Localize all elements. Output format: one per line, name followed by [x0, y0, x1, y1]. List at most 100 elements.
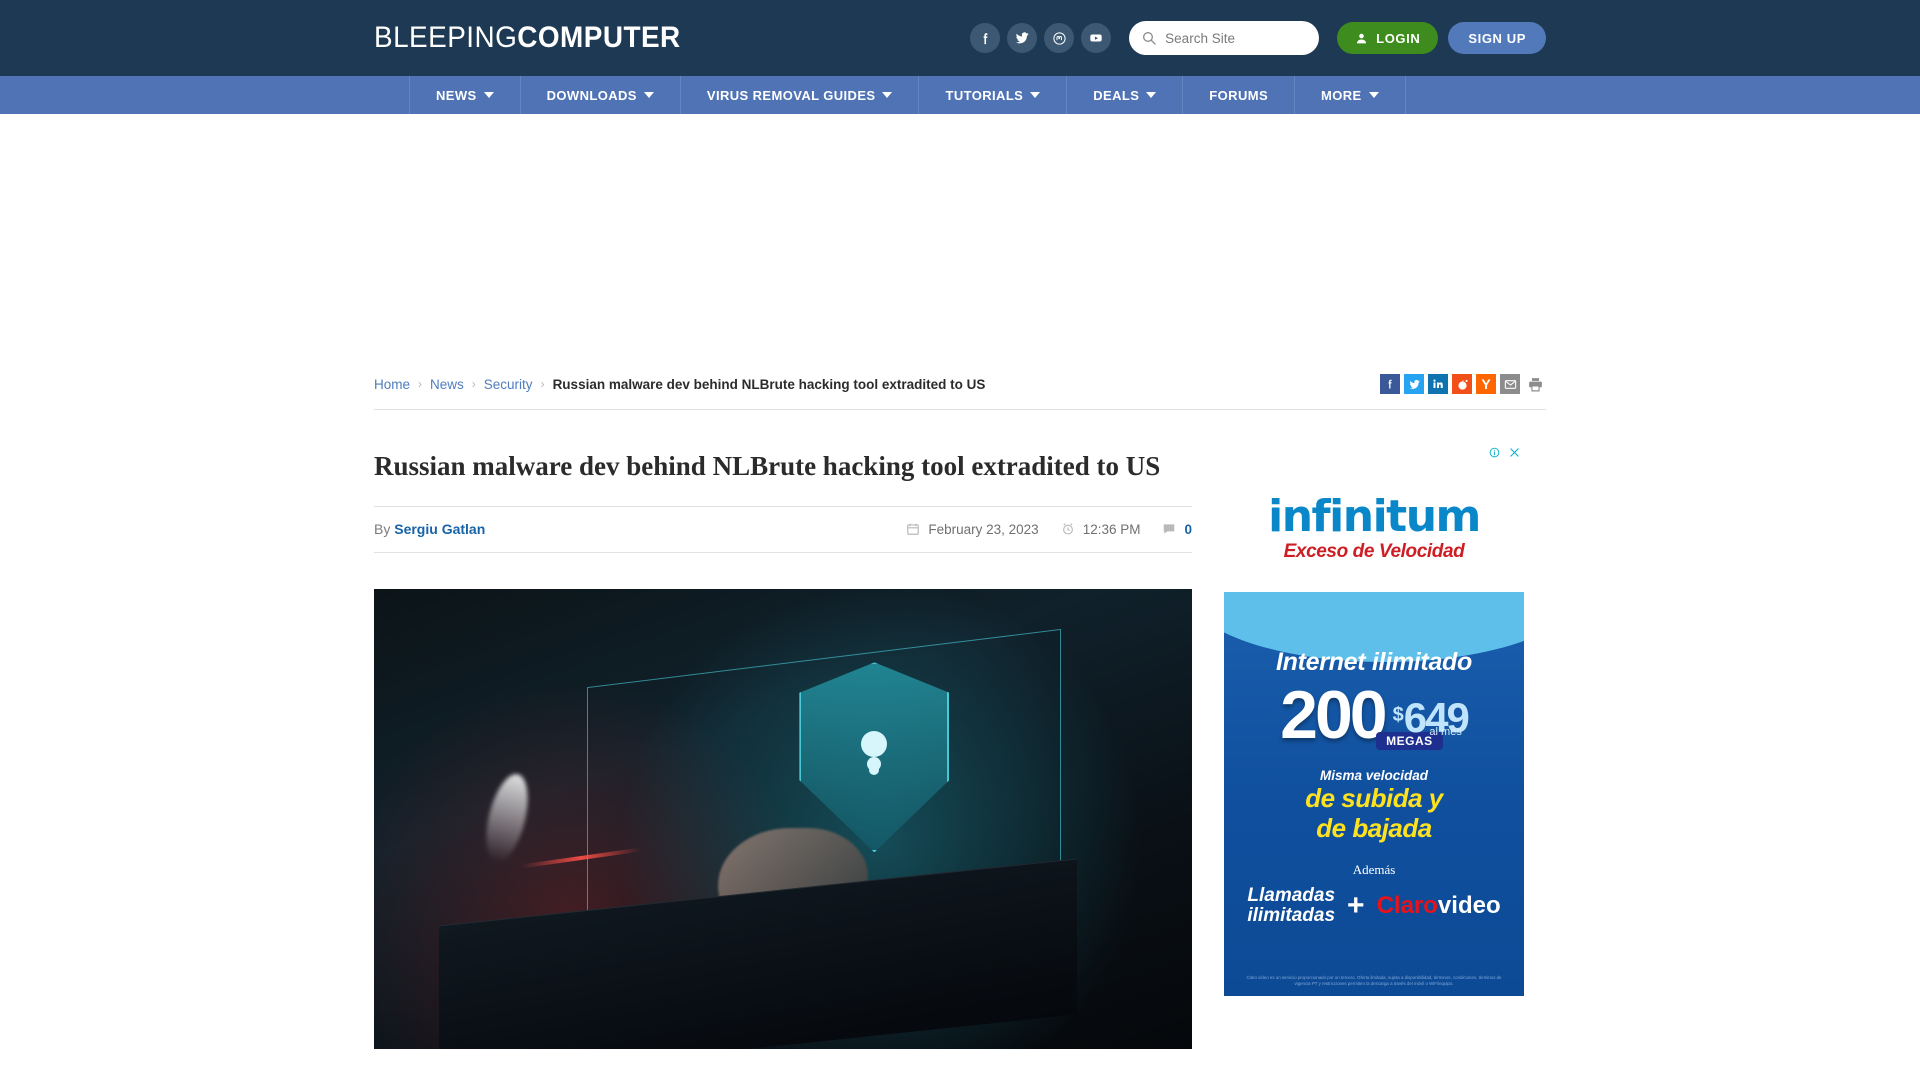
ad-legal-text: Claro video es un servicio proporcionado…	[1246, 974, 1502, 987]
facebook-icon[interactable]	[970, 23, 1001, 53]
search-input[interactable]	[1165, 30, 1308, 46]
sidebar-ad-column: infinitum Exceso de Velocidad Internet i…	[1224, 410, 1524, 1049]
breadcrumb-row: Home › News › Security › Russian malware…	[374, 369, 1546, 410]
nav-item-more[interactable]: MORE	[1295, 76, 1406, 114]
breadcrumb-separator-icon: ›	[418, 377, 423, 391]
chevron-down-icon	[643, 92, 654, 98]
main-navigation: NEWS DOWNLOADS VIRUS REMOVAL GUIDES TUTO…	[0, 76, 1920, 114]
breadcrumb-item-security[interactable]: Security	[484, 377, 533, 392]
ad-misma-velocidad: Misma velocidad	[1319, 768, 1429, 784]
site-logo[interactable]: BLEEPINGCOMPUTER	[374, 21, 681, 55]
ad-bajada-line: de bajada	[1316, 812, 1432, 843]
chevron-down-icon	[882, 92, 893, 98]
twitter-icon[interactable]	[1007, 23, 1038, 53]
ad-price-box: $ 649 al mes	[1392, 697, 1470, 746]
search-icon	[1143, 32, 1156, 45]
adchoices-info-icon[interactable]	[1489, 447, 1500, 458]
search-box[interactable]	[1129, 21, 1320, 55]
nav-item-label: NEWS	[436, 87, 477, 103]
share-facebook-icon[interactable]	[1380, 374, 1400, 394]
nav-item-label: DEALS	[1093, 87, 1140, 103]
page-content: Home › News › Security › Russian malware…	[374, 369, 1546, 1049]
share-linkedin-icon[interactable]	[1428, 374, 1448, 394]
ad-partner-video: video	[1437, 892, 1501, 920]
breadcrumb-separator-icon: ›	[540, 377, 545, 391]
sidebar-ad-infinitum[interactable]: infinitum Exceso de Velocidad	[1224, 466, 1524, 592]
comment-count[interactable]: 0	[1162, 522, 1192, 537]
publish-date-text: February 23, 2023	[928, 521, 1039, 537]
sidebar-ad-internet-ilimitado[interactable]: Internet ilimitado 200 MEGAS $ 649 al me…	[1224, 592, 1524, 996]
nav-item-virus-removal-guides[interactable]: VIRUS REMOVAL GUIDES	[681, 76, 920, 114]
leaderboard-ad-slot	[0, 114, 1920, 369]
author-link[interactable]: Sergiu Gatlan	[394, 521, 485, 537]
nav-item-label: DOWNLOADS	[546, 87, 637, 103]
breadcrumb-current: Russian malware dev behind NLBrute hacki…	[552, 376, 986, 392]
hackernews-label: Y	[1481, 376, 1491, 392]
ad-llamadas: Llamadas ilimitadas	[1247, 886, 1335, 926]
ad-currency-symbol: $	[1392, 704, 1404, 727]
nav-item-label: MORE	[1321, 87, 1362, 103]
chevron-down-icon	[483, 92, 494, 98]
ad-partner-claro: Claro	[1376, 892, 1438, 920]
nav-item-forums[interactable]: FORUMS	[1183, 76, 1296, 114]
nav-item-downloads[interactable]: DOWNLOADS	[521, 76, 681, 114]
breadcrumb-item-news[interactable]: News	[430, 377, 464, 392]
nav-item-label: FORUMS	[1209, 87, 1269, 103]
ad-price-period: al mes	[1429, 726, 1462, 739]
page-title: Russian malware dev behind NLBrute hacki…	[374, 451, 1161, 481]
share-email-icon[interactable]	[1500, 374, 1520, 394]
youtube-icon[interactable]	[1081, 23, 1112, 53]
breadcrumb: Home › News › Security › Russian malware…	[374, 377, 985, 392]
nav-item-label: VIRUS REMOVAL GUIDES	[706, 87, 876, 103]
share-hackernews-icon[interactable]: Y	[1476, 374, 1496, 394]
chevron-down-icon	[1030, 92, 1041, 98]
comment-icon	[1162, 522, 1176, 536]
share-reddit-icon[interactable]	[1452, 374, 1472, 394]
comment-count-text: 0	[1184, 521, 1192, 537]
ad-tagline: Exceso de Velocidad	[1283, 541, 1465, 562]
hero-light-streak	[478, 769, 535, 866]
ad-subida-line: de subida y	[1305, 783, 1443, 814]
share-twitter-icon[interactable]	[1404, 374, 1424, 394]
ad-ademas-label: Además	[1352, 862, 1396, 878]
chevron-down-icon	[1146, 92, 1157, 98]
user-icon	[1357, 33, 1367, 43]
mastodon-icon[interactable]	[1044, 23, 1075, 53]
ad-partner-logo: Clarovideo	[1377, 892, 1501, 920]
ad-plus-sign: +	[1347, 889, 1365, 923]
article-hero-image	[374, 588, 1192, 1049]
signup-button-label: SIGN UP	[1468, 30, 1526, 46]
ad-brand-name: infinitum	[1268, 491, 1481, 542]
nav-item-news[interactable]: NEWS	[410, 76, 521, 114]
breadcrumb-item-home[interactable]: Home	[374, 377, 410, 392]
article-column: Russian malware dev behind NLBrute hacki…	[374, 410, 1192, 1049]
ad-controls	[1224, 444, 1524, 460]
site-header: BLEEPINGCOMPUTER Search Site LOGIN SIGN …	[0, 0, 1920, 76]
nav-item-label: TUTORIALS	[945, 87, 1024, 103]
share-buttons: Y	[1380, 373, 1546, 395]
byline: By Sergiu Gatlan	[374, 521, 485, 537]
publish-date: February 23, 2023	[906, 521, 1039, 537]
nav-item-deals[interactable]: DEALS	[1067, 76, 1184, 114]
breadcrumb-separator-icon: ›	[471, 377, 476, 391]
logo-text-light: BLEEPING	[374, 21, 518, 54]
nav-spacer	[374, 76, 410, 114]
logo-text-bold: COMPUTER	[517, 21, 681, 54]
ad-speed-value: 200	[1280, 677, 1387, 753]
publish-time-text: 12:36 PM	[1082, 521, 1141, 537]
login-button-label: LOGIN	[1376, 30, 1421, 46]
nav-item-tutorials[interactable]: TUTORIALS	[919, 76, 1068, 114]
article-meta-row: By Sergiu Gatlan February 23, 2023 12:36…	[374, 505, 1192, 553]
signup-button[interactable]: SIGN UP	[1448, 22, 1546, 54]
ad-offer: 200 MEGAS $ 649 al mes	[1280, 677, 1470, 753]
chevron-down-icon	[1368, 92, 1379, 98]
login-button[interactable]: LOGIN	[1337, 22, 1439, 54]
publish-time: 12:36 PM	[1061, 521, 1141, 537]
ad-llamadas-line1: Llamadas	[1247, 885, 1336, 907]
alarm-clock-icon	[1061, 522, 1075, 536]
ad-headline: Internet ilimitado	[1275, 648, 1472, 676]
byline-prefix: By	[374, 521, 391, 538]
ad-close-icon[interactable]	[1509, 447, 1520, 458]
calendar-icon	[906, 522, 920, 536]
share-print-icon[interactable]	[1524, 373, 1546, 395]
